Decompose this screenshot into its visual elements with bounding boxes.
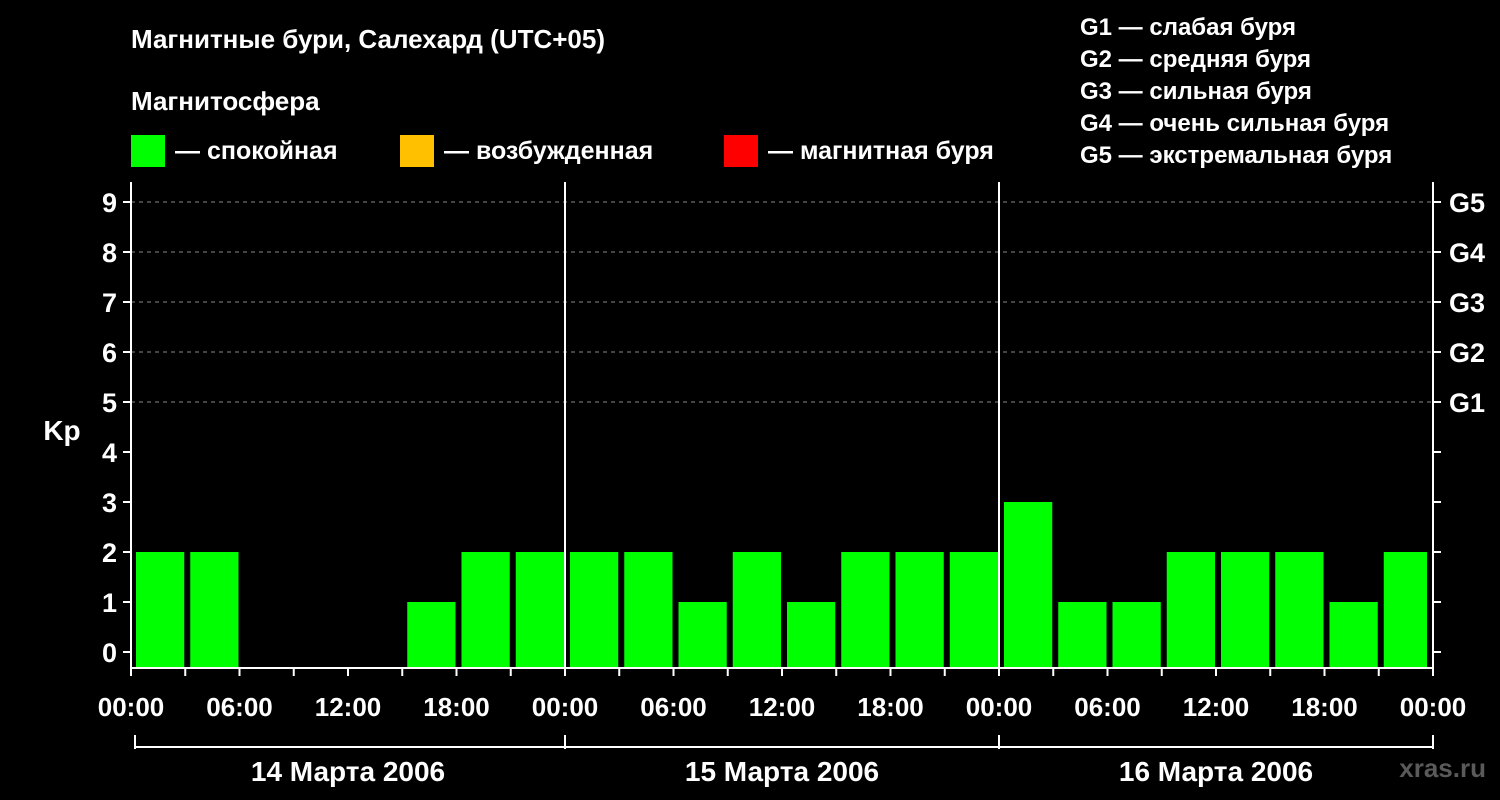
g-scale-label: G4 (1449, 238, 1485, 268)
day-label: 15 Марта 2006 (685, 756, 879, 787)
g-scale-label: G1 (1449, 388, 1485, 418)
kp-bar (732, 552, 781, 668)
x-tick-label: 06:00 (1074, 692, 1141, 722)
y-tick-label: 4 (102, 438, 117, 468)
x-tick-label: 12:00 (315, 692, 382, 722)
kp-bar (787, 602, 836, 668)
x-tick-label: 18:00 (857, 692, 924, 722)
site-watermark: xras.ru (1399, 753, 1486, 783)
y-tick-label: 6 (102, 338, 117, 368)
kp-bar (1329, 602, 1378, 668)
x-tick-label: 00:00 (1400, 692, 1467, 722)
y-tick-label: 0 (102, 638, 117, 668)
x-tick-label: 06:00 (640, 692, 707, 722)
kp-bar (1058, 602, 1107, 668)
y-tick-label: 7 (102, 288, 117, 318)
kp-bar-chart: 0 1 2 3 4 5 6 7 8 9 G1 G2 G3 G4 G5 Kp 00:00 06:00 12:00 18:… (43, 182, 1485, 787)
y-tick-label: 2 (102, 538, 117, 568)
kp-bar (949, 552, 998, 668)
x-tick-label: 00:00 (532, 692, 599, 722)
g-scale-label: G5 (1449, 188, 1485, 218)
kp-bar (1112, 602, 1161, 668)
g-scale-label: G3 (1449, 288, 1485, 318)
kp-bar (136, 552, 185, 668)
g-scale-label: G2 (1449, 338, 1485, 368)
x-tick-label: 00:00 (966, 692, 1033, 722)
x-tick-label: 12:00 (749, 692, 816, 722)
kp-bar (1004, 502, 1053, 668)
day-label: 14 Марта 2006 (251, 756, 445, 787)
kp-bar (190, 552, 239, 668)
kp-bar (1383, 552, 1427, 668)
y-tick-label: 1 (102, 588, 117, 618)
y-tick-label: 9 (102, 188, 117, 218)
kp-bar (895, 552, 944, 668)
y-tick-label: 3 (102, 488, 117, 518)
y-tick-label: 5 (102, 388, 117, 418)
kp-bar (841, 552, 890, 668)
kp-bar (515, 552, 564, 668)
kp-bar (1166, 552, 1215, 668)
kp-bar (570, 552, 619, 668)
x-tick-label: 12:00 (1183, 692, 1250, 722)
kp-bar (1275, 552, 1324, 668)
day-label: 16 Марта 2006 (1119, 756, 1313, 787)
x-tick-label: 18:00 (423, 692, 490, 722)
kp-bar (1221, 552, 1270, 668)
x-tick-label: 00:00 (98, 692, 165, 722)
y-axis-label: Kp (43, 415, 80, 446)
kp-bar (407, 602, 456, 668)
kp-bar (624, 552, 673, 668)
x-tick-label: 06:00 (206, 692, 273, 722)
x-tick-label: 18:00 (1291, 692, 1358, 722)
kp-bar (461, 552, 510, 668)
kp-bar (678, 602, 727, 668)
y-tick-label: 8 (102, 238, 117, 268)
